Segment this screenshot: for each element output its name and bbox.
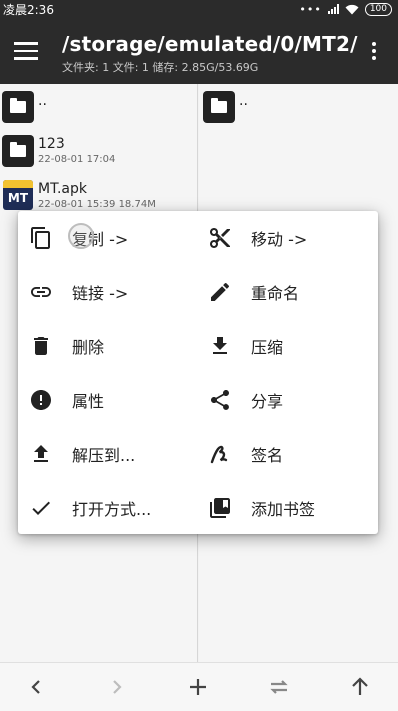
check-icon bbox=[28, 495, 54, 521]
swap-panes-button[interactable] bbox=[267, 675, 291, 699]
menu-item-label: 签名 bbox=[251, 446, 284, 465]
storage-info: 文件夹: 1 文件: 1 储存: 2.85G/53.69G bbox=[62, 61, 259, 74]
list-item[interactable]: 123 22-08-01 17:04 bbox=[2, 135, 115, 167]
menu-item-compress[interactable]: 压缩 bbox=[207, 319, 283, 373]
menu-item-properties[interactable]: 属性 bbox=[28, 373, 104, 427]
info-alert-icon bbox=[28, 387, 54, 413]
menu-item-extract[interactable]: 解压到... bbox=[28, 427, 135, 481]
menu-item-rename[interactable]: 重命名 bbox=[207, 265, 299, 319]
menu-item-label: 分享 bbox=[251, 392, 284, 411]
signal-icon bbox=[327, 4, 339, 14]
forward-button[interactable] bbox=[105, 675, 129, 699]
list-item[interactable]: .. bbox=[203, 91, 248, 123]
menu-item-label: 打开方式... bbox=[72, 500, 152, 519]
trash-icon bbox=[28, 333, 54, 359]
link-icon bbox=[28, 279, 54, 305]
status-time: 凌晨2:36 bbox=[3, 2, 54, 17]
up-directory-button[interactable] bbox=[348, 675, 372, 699]
menu-item-label: 解压到... bbox=[72, 446, 136, 465]
list-item[interactable]: .. bbox=[2, 91, 47, 123]
menu-item-move[interactable]: 移动 -> bbox=[207, 211, 307, 265]
more-dots-icon: ••• bbox=[299, 2, 322, 16]
swap-icon bbox=[270, 680, 288, 694]
menu-item-label: 属性 bbox=[72, 392, 105, 411]
bookmark-add-icon bbox=[207, 495, 233, 521]
folder-icon bbox=[2, 135, 34, 167]
copy-icon bbox=[28, 225, 54, 251]
share-icon bbox=[207, 387, 233, 413]
file-name: .. bbox=[239, 93, 248, 109]
menu-item-sign[interactable]: 签名 bbox=[207, 427, 283, 481]
file-meta: 22-08-01 15:39 18.74M bbox=[38, 199, 156, 210]
menu-icon[interactable] bbox=[14, 42, 38, 60]
up-arrow-icon bbox=[352, 677, 368, 695]
menu-item-add-bookmark[interactable]: 添加书签 bbox=[207, 481, 315, 535]
app-toolbar: /storage/emulated/0/MT2/ 文件夹: 1 文件: 1 储存… bbox=[0, 18, 398, 84]
pencil-icon bbox=[207, 279, 233, 305]
battery-icon: 100 bbox=[364, 2, 392, 16]
menu-item-label: 删除 bbox=[72, 338, 105, 357]
menu-item-label: 添加书签 bbox=[251, 500, 316, 519]
status-icons: ••• 100 bbox=[299, 2, 392, 16]
list-item[interactable]: MT MT.apk 22-08-01 15:39 18.74M bbox=[3, 180, 156, 210]
menu-item-link[interactable]: 链接 -> bbox=[28, 265, 128, 319]
menu-item-label: 链接 -> bbox=[72, 284, 129, 303]
file-meta: 22-08-01 17:04 bbox=[38, 154, 116, 165]
menu-item-label: 移动 -> bbox=[251, 230, 308, 249]
back-icon bbox=[31, 680, 40, 694]
back-button[interactable] bbox=[24, 675, 48, 699]
context-menu: 复制 -> 移动 -> 链接 -> 重命名 删除 压缩 属性 分享 解压到...… bbox=[18, 211, 378, 534]
file-name: MT.apk bbox=[38, 181, 87, 197]
apk-icon: MT bbox=[3, 180, 33, 210]
download-icon bbox=[207, 333, 233, 359]
bottom-nav-bar bbox=[0, 662, 398, 711]
menu-item-share[interactable]: 分享 bbox=[207, 373, 283, 427]
touch-ripple bbox=[68, 223, 94, 249]
plus-icon bbox=[190, 679, 206, 695]
menu-item-open-with[interactable]: 打开方式... bbox=[28, 481, 151, 535]
menu-item-label: 压缩 bbox=[251, 338, 284, 357]
overflow-menu-icon[interactable] bbox=[372, 42, 378, 63]
menu-item-delete[interactable]: 删除 bbox=[28, 319, 104, 373]
file-name: 123 bbox=[38, 136, 65, 152]
signature-icon bbox=[207, 441, 233, 467]
status-bar: 凌晨2:36 ••• 100 bbox=[0, 0, 398, 18]
folder-icon bbox=[2, 91, 34, 123]
add-button[interactable] bbox=[186, 675, 210, 699]
wifi-icon bbox=[345, 4, 359, 14]
folder-icon bbox=[203, 91, 235, 123]
scissors-icon bbox=[207, 225, 233, 251]
current-path: /storage/emulated/0/MT2/ bbox=[62, 32, 358, 56]
menu-item-copy[interactable]: 复制 -> bbox=[28, 211, 128, 265]
upload-icon bbox=[28, 441, 54, 467]
menu-item-label: 重命名 bbox=[251, 284, 300, 303]
file-name: .. bbox=[38, 93, 47, 109]
forward-icon bbox=[113, 680, 122, 694]
